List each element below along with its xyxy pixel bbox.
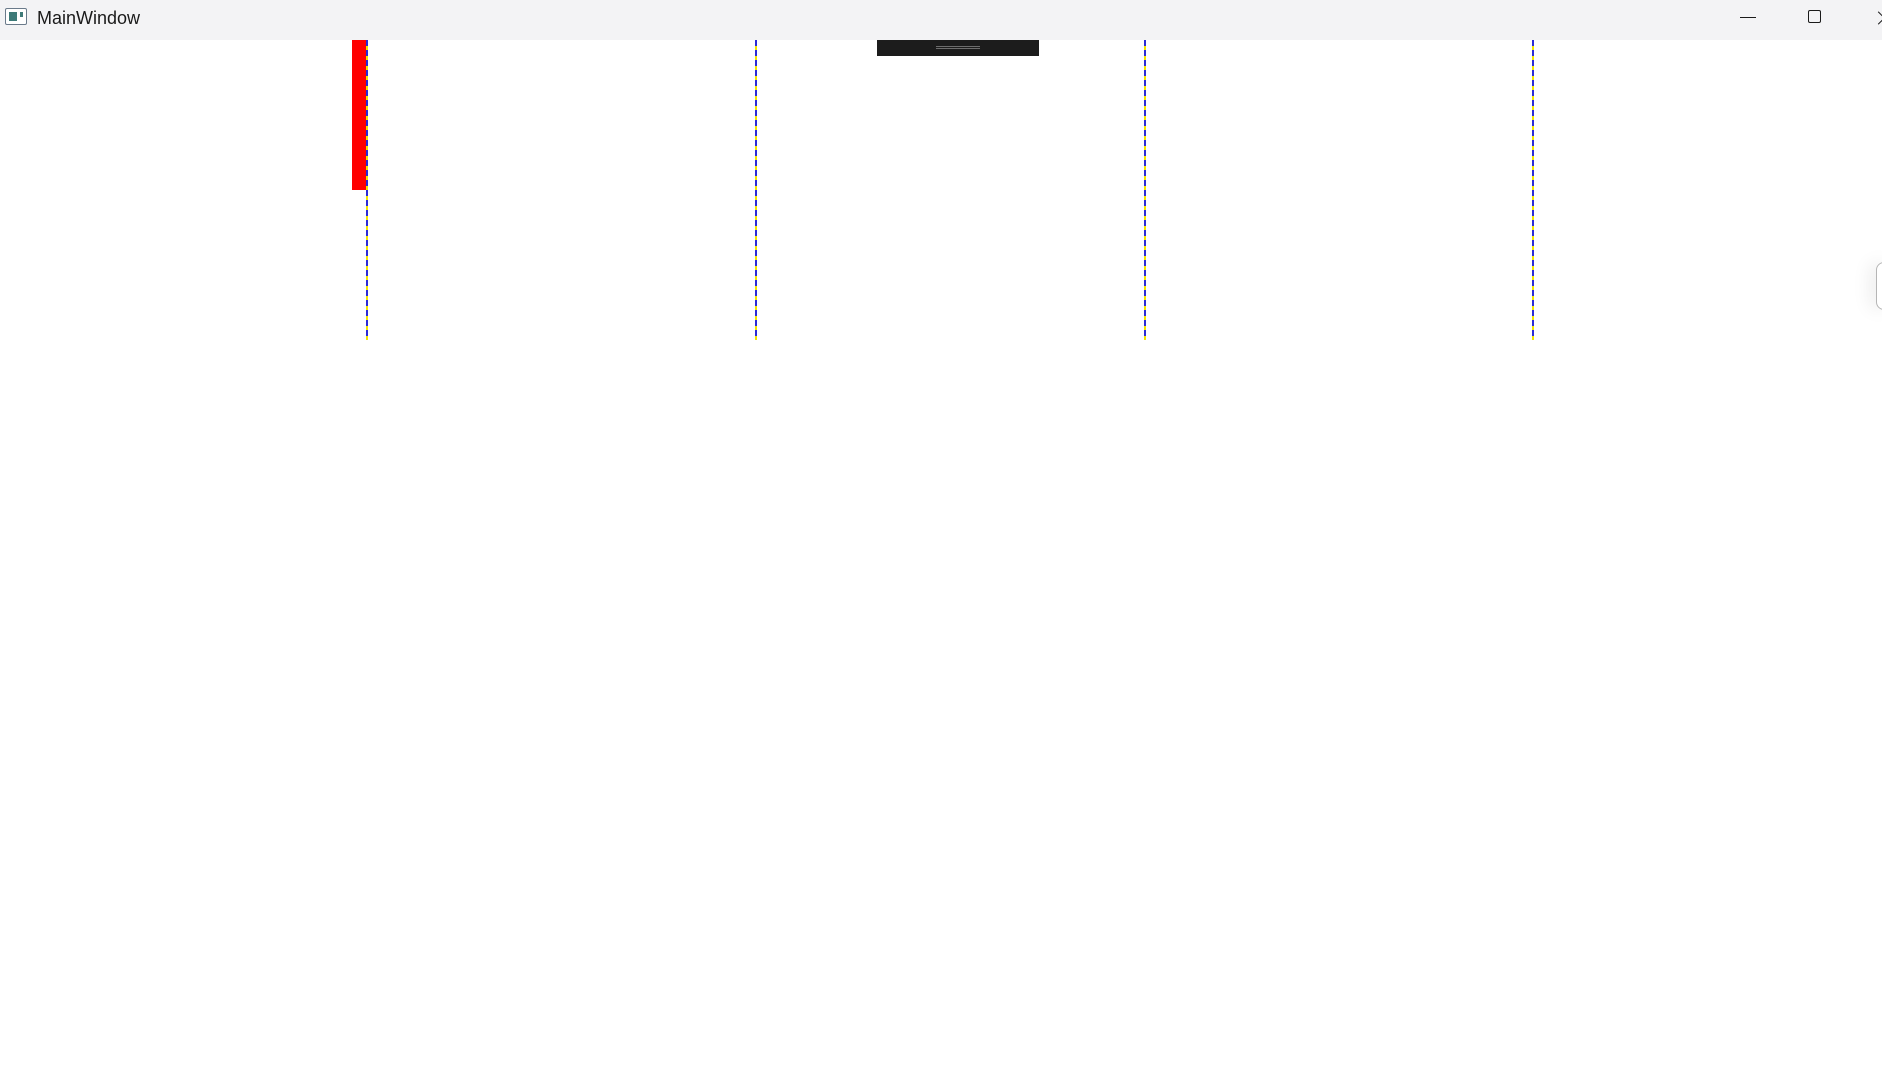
app-icon-bar bbox=[20, 12, 23, 17]
app-window-icon bbox=[5, 8, 27, 25]
minimize-button[interactable] bbox=[1720, 0, 1776, 36]
close-button[interactable] bbox=[1860, 0, 1882, 36]
maximize-button[interactable] bbox=[1787, 0, 1843, 36]
edge-flyout-handle[interactable] bbox=[1876, 262, 1882, 310]
guide-line-3 bbox=[1144, 40, 1146, 340]
app-icon-pane bbox=[9, 12, 17, 21]
minimize-icon bbox=[1740, 17, 1756, 18]
guide-line-1 bbox=[366, 40, 368, 340]
red-marker-bar bbox=[352, 40, 366, 190]
close-icon bbox=[1876, 9, 1882, 27]
main-window: MainWindow bbox=[0, 0, 1882, 1090]
drag-grip-icon[interactable] bbox=[936, 46, 980, 49]
drag-panel[interactable] bbox=[877, 40, 1039, 56]
guide-line-4 bbox=[1532, 40, 1534, 340]
guide-line-2 bbox=[755, 40, 757, 340]
window-title: MainWindow bbox=[37, 8, 141, 28]
maximize-icon bbox=[1808, 10, 1821, 23]
client-area bbox=[0, 40, 1882, 1090]
title-bar[interactable]: MainWindow bbox=[0, 0, 1882, 40]
